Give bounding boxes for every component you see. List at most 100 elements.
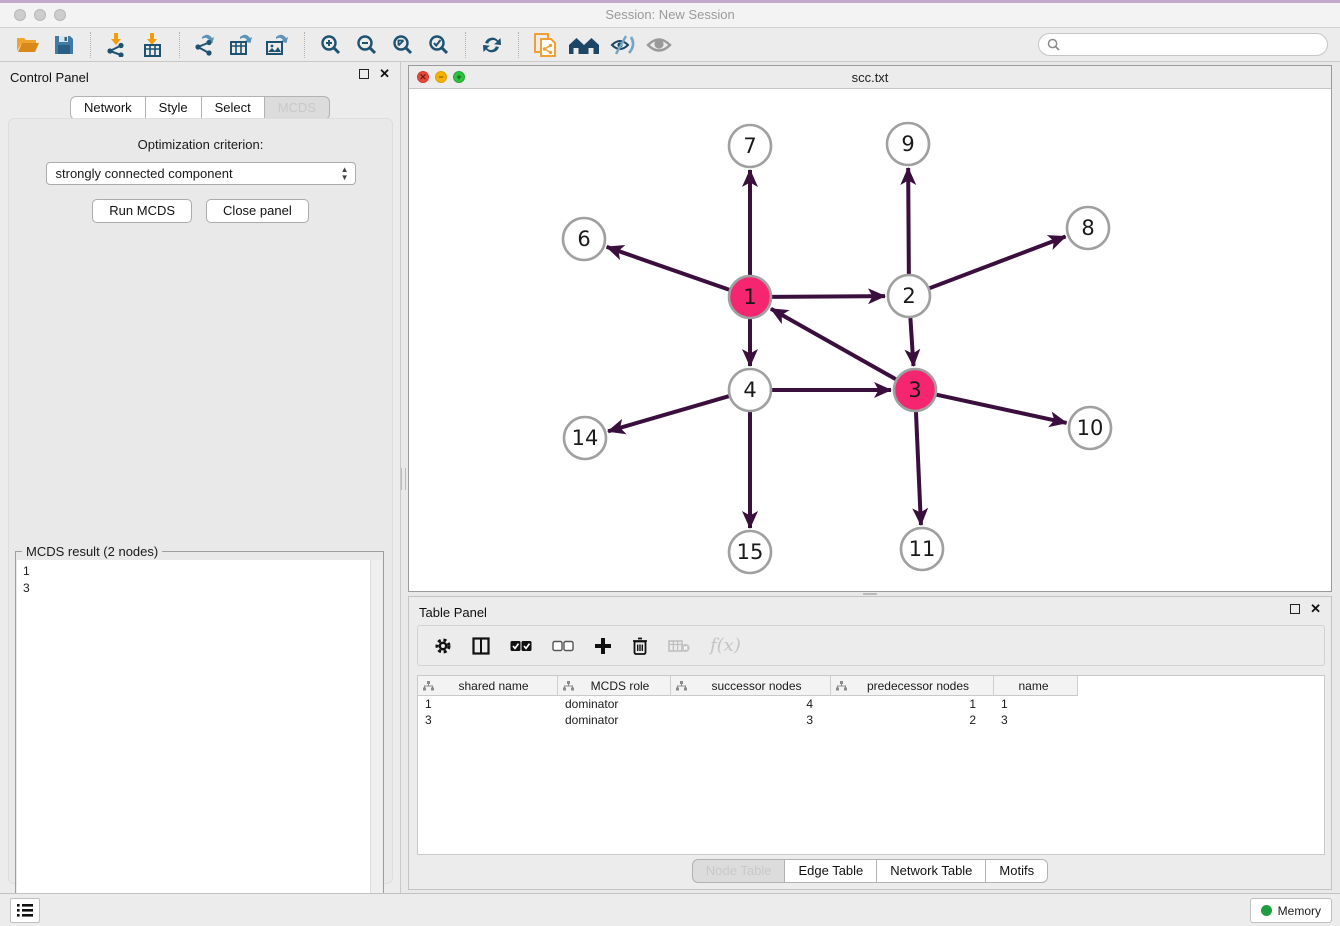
graph-node-3[interactable]: 3 <box>894 369 936 411</box>
import-network-icon <box>106 33 128 57</box>
control-panel-tabs: NetworkStyleSelectMCDS <box>0 96 400 120</box>
column-header-predecessor-nodes[interactable]: predecessor nodes <box>831 676 994 696</box>
tab-style[interactable]: Style <box>146 96 202 120</box>
table-cell[interactable]: 3 <box>671 712 831 728</box>
show-columns-icon[interactable] <box>472 637 490 655</box>
open-folder-icon <box>16 35 40 55</box>
svg-text:11: 11 <box>909 537 936 561</box>
zoom-in-button[interactable] <box>316 31 346 59</box>
export-table-icon <box>230 33 254 57</box>
mcds-result-group: MCDS result (2 nodes) 1 3 <box>15 551 384 925</box>
svg-text:10: 10 <box>1077 416 1104 440</box>
memory-status-icon <box>1261 905 1272 916</box>
graph-node-7[interactable]: 7 <box>729 125 771 167</box>
graph-node-8[interactable]: 8 <box>1067 207 1109 249</box>
double-house-icon <box>568 35 600 55</box>
status-bar: Memory <box>0 893 1340 926</box>
optimization-label: Optimization criterion: <box>9 137 392 152</box>
tab-node-table[interactable]: Node Table <box>692 859 786 883</box>
close-panel-icon[interactable]: ✕ <box>379 69 390 79</box>
memory-button[interactable]: Memory <box>1250 898 1332 923</box>
settings-gear-icon[interactable] <box>434 637 452 655</box>
svg-text:2: 2 <box>902 284 915 308</box>
app-titlebar: Session: New Session <box>0 0 1340 28</box>
column-header-successor-nodes[interactable]: successor nodes <box>671 676 831 696</box>
graph-node-4[interactable]: 4 <box>729 369 771 411</box>
search-icon <box>1047 38 1060 51</box>
graph-node-1[interactable]: 1 <box>729 276 771 318</box>
column-header-name[interactable]: name <box>994 676 1078 696</box>
refresh-view-button[interactable] <box>477 31 507 59</box>
float-panel-icon[interactable] <box>359 69 369 79</box>
clone-network-button[interactable] <box>530 31 560 59</box>
first-neighbors-button[interactable] <box>566 31 602 59</box>
graph-node-10[interactable]: 10 <box>1069 407 1111 449</box>
toolbar-separator <box>518 32 519 58</box>
table-cell[interactable]: dominator <box>558 696 671 712</box>
tab-select[interactable]: Select <box>202 96 265 120</box>
show-all-button[interactable] <box>644 31 674 59</box>
tab-motifs[interactable]: Motifs <box>986 859 1048 883</box>
table-row[interactable]: 1dominator411 <box>418 696 1324 712</box>
svg-text:6: 6 <box>577 227 590 251</box>
task-history-button[interactable] <box>10 898 40 923</box>
table-cell[interactable]: 1 <box>831 696 994 712</box>
table-cell[interactable]: 4 <box>671 696 831 712</box>
table-cell[interactable]: 3 <box>418 712 558 728</box>
export-image-button[interactable] <box>263 31 293 59</box>
graph-node-2[interactable]: 2 <box>888 275 930 317</box>
table-cell[interactable]: 2 <box>831 712 994 728</box>
table-cell[interactable]: 3 <box>994 712 1078 728</box>
graph-node-6[interactable]: 6 <box>563 218 605 260</box>
dropdown-stepper-icon: ▲▼ <box>341 166 349 181</box>
column-header-shared-name[interactable]: shared name <box>418 676 558 696</box>
eye-icon <box>646 36 672 54</box>
import-table-button[interactable] <box>138 31 168 59</box>
tab-mcds[interactable]: MCDS <box>265 96 330 120</box>
export-table-button[interactable] <box>227 31 257 59</box>
table-cell[interactable]: 1 <box>418 696 558 712</box>
svg-text:8: 8 <box>1081 216 1094 240</box>
vertical-splitter-handle[interactable] <box>401 468 406 490</box>
graph-node-14[interactable]: 14 <box>564 417 606 459</box>
tab-edge-table[interactable]: Edge Table <box>785 859 877 883</box>
table-cell[interactable]: dominator <box>558 712 671 728</box>
save-session-button[interactable] <box>49 31 79 59</box>
tab-network-table[interactable]: Network Table <box>877 859 986 883</box>
table-body: 1dominator4113dominator323 <box>418 696 1324 728</box>
graph-node-11[interactable]: 11 <box>901 528 943 570</box>
add-row-icon[interactable] <box>594 637 612 655</box>
zoom-fit-button[interactable] <box>388 31 418 59</box>
list-icon <box>17 904 33 917</box>
close-panel-button[interactable]: Close panel <box>206 199 309 223</box>
mcds-result-area[interactable]: 1 3 <box>17 560 382 923</box>
export-network-button[interactable] <box>191 31 221 59</box>
search-input[interactable] <box>1065 38 1327 52</box>
network-graph[interactable]: 7 9 6 8 1 2 4 3 14 10 15 11 <box>409 89 1331 591</box>
float-table-panel-icon[interactable] <box>1290 604 1300 614</box>
criterion-dropdown[interactable]: strongly connected component ▲▼ <box>46 162 356 185</box>
column-header-MCDS-role[interactable]: MCDS role <box>558 676 671 696</box>
node-table[interactable]: shared nameMCDS rolesuccessor nodesprede… <box>417 675 1325 855</box>
select-all-icon[interactable] <box>510 640 532 652</box>
graph-node-9[interactable]: 9 <box>887 123 929 165</box>
close-table-panel-icon[interactable]: ✕ <box>1310 604 1321 614</box>
svg-text:14: 14 <box>572 426 599 450</box>
delete-row-trash-icon[interactable] <box>632 637 648 655</box>
graph-node-15[interactable]: 15 <box>729 531 771 573</box>
deselect-all-icon[interactable] <box>552 640 574 652</box>
tab-network[interactable]: Network <box>70 96 146 120</box>
import-network-button[interactable] <box>102 31 132 59</box>
result-scrollbar[interactable] <box>370 560 382 923</box>
refresh-icon <box>481 34 503 56</box>
table-row[interactable]: 3dominator323 <box>418 712 1324 728</box>
function-builder-icon: f(x) <box>710 635 741 656</box>
network-window-titlebar[interactable]: ✕ − + scc.txt <box>409 66 1331 89</box>
hide-selected-button[interactable] <box>608 31 638 59</box>
run-mcds-button[interactable]: Run MCDS <box>92 199 192 223</box>
zoom-out-button[interactable] <box>352 31 382 59</box>
zoom-selected-button[interactable] <box>424 31 454 59</box>
open-file-button[interactable] <box>13 31 43 59</box>
table-cell[interactable]: 1 <box>994 696 1078 712</box>
zoom-fit-icon <box>392 34 414 56</box>
